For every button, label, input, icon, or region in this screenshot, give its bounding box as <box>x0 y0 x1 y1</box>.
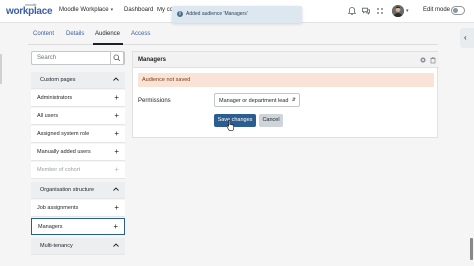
alert-text: Audience not saved <box>142 77 191 83</box>
list-item-manually-added-users[interactable]: Manually added users + <box>31 144 125 161</box>
chevron-up-icon[interactable] <box>112 241 120 249</box>
edit-mode-label: Edit mode <box>423 7 451 13</box>
section-custom-pages[interactable]: Custom pages <box>31 72 125 89</box>
cancel-button[interactable]: Cancel <box>259 114 283 127</box>
nav-my-courses[interactable]: My co <box>157 7 173 13</box>
nav-dashboard[interactable]: Dashboard <box>124 7 153 13</box>
permissions-selected-value: Manager or department lead <box>219 97 289 104</box>
section-label: Organisation structure <box>40 187 95 193</box>
select-arrows-icon: ⇵ <box>291 97 296 103</box>
list-item-managers[interactable]: Managers + <box>31 218 125 235</box>
audience-types-sidebar: Search Custom pages Administrators + All… <box>31 51 125 266</box>
search-icon[interactable] <box>110 51 124 65</box>
list-item-administrators[interactable]: Administrators + <box>31 90 125 107</box>
list-item-label: Job assignments <box>37 205 79 211</box>
add-icon[interactable]: + <box>114 129 119 139</box>
add-icon[interactable]: + <box>114 203 119 213</box>
tabs-divider <box>28 44 438 45</box>
toast-message: Added audience 'Managers' <box>186 11 248 17</box>
list-item-label: All users <box>37 113 59 119</box>
add-icon[interactable]: + <box>114 147 119 157</box>
add-icon[interactable]: + <box>113 222 118 232</box>
not-saved-alert: Audience not saved <box>138 73 434 87</box>
add-icon: + <box>114 165 119 174</box>
card-header: Managers <box>133 52 439 68</box>
permissions-label: Permissions <box>138 98 171 104</box>
audience-card: Managers Audience not saved Permissions … <box>132 51 439 138</box>
list-item-job-assignments[interactable]: Job assignments + <box>31 200 125 217</box>
user-menu-chevron-icon[interactable]: ▾ <box>406 8 409 14</box>
chevron-left-icon: ‹ <box>464 33 467 42</box>
chevron-up-icon[interactable] <box>112 185 120 193</box>
section-organisation-structure[interactable]: Organisation structure <box>31 182 125 199</box>
list-item-all-users[interactable]: All users + <box>31 108 125 125</box>
tab-audience[interactable]: Audience <box>95 31 120 37</box>
toggle-knob <box>453 8 458 13</box>
edit-mode-toggle[interactable] <box>451 6 465 15</box>
tab-details[interactable]: Details <box>66 31 84 37</box>
search-placeholder: Search <box>37 55 57 61</box>
section-multi-tenancy[interactable]: Multi-tenancy <box>31 238 125 255</box>
hand-cursor-icon <box>226 119 234 131</box>
logo-main-text: workplace <box>6 6 53 17</box>
permissions-select[interactable]: Manager or department lead ⇵ <box>214 93 300 107</box>
card-title: Managers <box>138 57 167 63</box>
section-label: Custom pages <box>40 77 76 83</box>
nav-workplace-label: Moodle Workplace <box>59 7 109 13</box>
list-item-label: Administrators <box>37 95 73 101</box>
toast-notification: i Added audience 'Managers' <box>172 6 302 23</box>
gear-icon[interactable] <box>419 56 427 64</box>
list-item-label: Member of cohort <box>37 167 81 173</box>
list-item-label: Assigned system role <box>37 131 90 137</box>
nav-workplace-menu[interactable]: Moodle Workplace ▾ <box>59 7 113 13</box>
list-item-label: Managers <box>38 224 63 230</box>
list-item-member-of-cohort: Member of cohort + <box>31 162 125 179</box>
left-scrollbar[interactable] <box>0 54 2 84</box>
user-avatar[interactable] <box>392 5 404 17</box>
messages-icon[interactable] <box>361 6 371 16</box>
active-tab-indicator <box>93 43 123 45</box>
grid-apps-icon[interactable] <box>375 6 385 16</box>
trash-icon[interactable] <box>429 56 437 64</box>
add-icon[interactable]: + <box>114 93 119 103</box>
tab-access[interactable]: Access <box>131 31 150 37</box>
list-item-assigned-system-role[interactable]: Assigned system role + <box>31 126 125 143</box>
moodle-workplace-logo[interactable]: moodle workplace <box>6 3 53 19</box>
list-item-label: Manually added users <box>37 149 91 155</box>
chevron-up-icon[interactable] <box>112 75 120 83</box>
bell-icon[interactable] <box>347 6 357 16</box>
search-input[interactable]: Search <box>31 51 125 65</box>
open-drawer-button[interactable]: ‹ <box>460 28 474 48</box>
add-icon[interactable]: + <box>114 111 119 121</box>
tab-content[interactable]: Content <box>33 31 54 37</box>
chevron-down-icon: ▾ <box>110 7 114 13</box>
vertical-scrollbar[interactable] <box>470 238 473 260</box>
section-label: Multi-tenancy <box>40 243 73 249</box>
info-icon: i <box>177 11 183 17</box>
